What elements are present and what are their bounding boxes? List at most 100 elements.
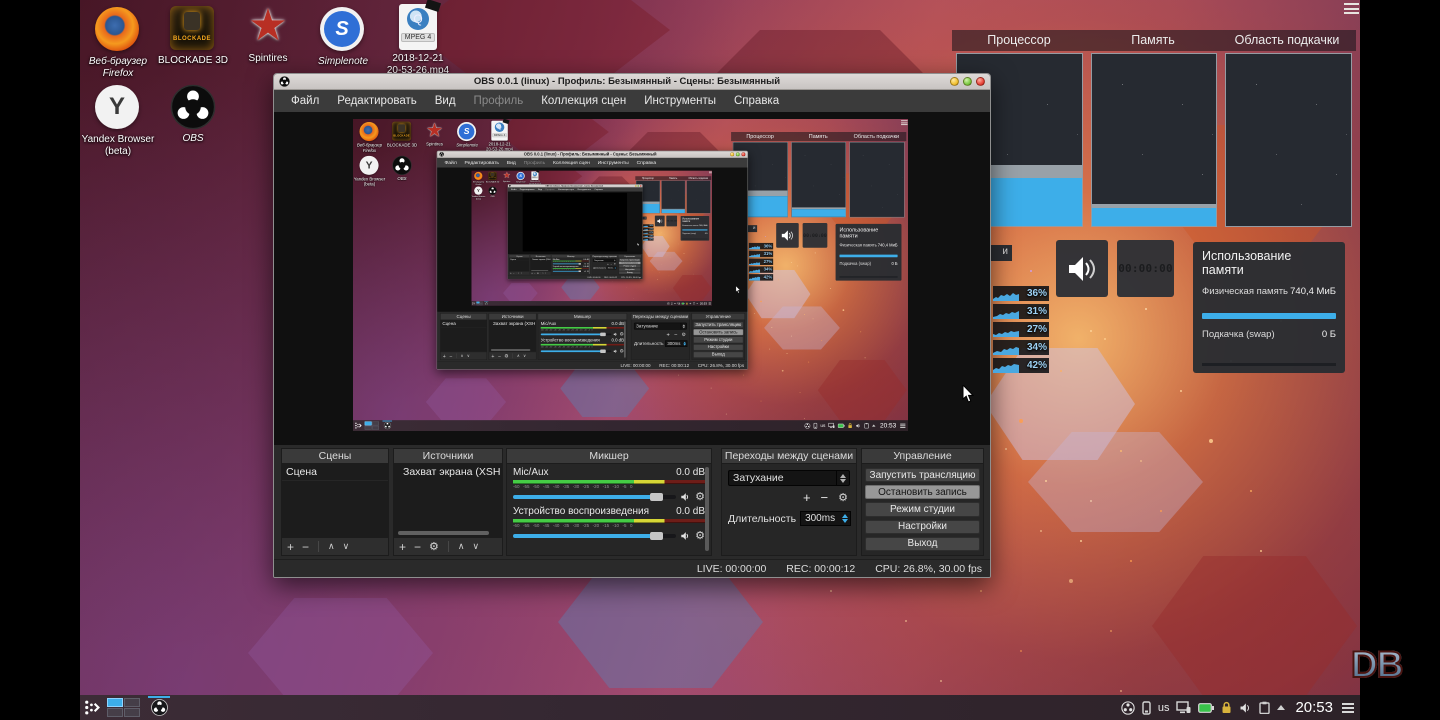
desktop-icon-spintires[interactable]: ★ Spintires <box>231 4 305 65</box>
preview-cpu-core-row: 31% <box>749 251 773 257</box>
preview-add-source-button: + <box>531 272 532 275</box>
menu-scene-collection[interactable]: Коллекция сцен <box>532 90 635 112</box>
menu-profile[interactable]: Профиль <box>465 90 533 112</box>
preview-source-properties-icon: ⚙ <box>504 354 508 358</box>
virtual-desktop-cell[interactable] <box>124 708 140 717</box>
studio-mode-button[interactable]: Режим студии <box>865 502 980 516</box>
preview-channel-level: 0.0 dB <box>611 321 624 326</box>
settings-button[interactable]: Настройки <box>865 520 980 534</box>
mute-speaker-icon[interactable] <box>680 531 691 541</box>
battery-icon[interactable] <box>1198 703 1214 713</box>
scene-list-item[interactable]: Сцена <box>282 464 388 481</box>
desktop-icon-blockade3d[interactable]: BLOCKADE BLOCKADE 3D <box>156 6 230 67</box>
meter-scale: -60 -55 -50 -45 -40 -35 -30 -25 -20 -15 … <box>513 523 705 529</box>
preview-desktop-icon-obs: OBS <box>386 155 418 181</box>
menu-file[interactable]: Файл <box>282 90 328 112</box>
virtual-desktop-cell[interactable] <box>107 698 123 707</box>
transition-properties-icon[interactable]: ⚙ <box>838 493 848 503</box>
desktop-icon-firefox[interactable]: Веб-браузер Firefox <box>81 6 155 80</box>
remove-source-button[interactable]: − <box>414 540 421 554</box>
duration-spinbox[interactable]: 300ms <box>800 511 851 526</box>
slider-handle[interactable] <box>650 493 663 501</box>
menu-view[interactable]: Вид <box>426 90 465 112</box>
scene-up-button[interactable]: ∧ <box>328 541 335 552</box>
obs-statusbar: LIVE: 00:00:00 REC: 00:00:12 CPU: 26.8%,… <box>274 559 990 578</box>
lock-icon[interactable] <box>1221 701 1232 714</box>
preview-hexagon-shape <box>588 176 633 199</box>
add-scene-button[interactable]: + <box>287 540 294 554</box>
add-source-button[interactable]: + <box>399 540 406 554</box>
clock[interactable]: 20:53 <box>1295 699 1333 716</box>
preview-hexagon-shape <box>560 360 649 417</box>
volume-slider[interactable] <box>513 534 676 538</box>
virtual-desktop-cell[interactable] <box>124 698 140 707</box>
network-icon[interactable] <box>1176 701 1191 714</box>
scene-down-button[interactable]: ∨ <box>343 541 350 552</box>
usb-device-icon[interactable] <box>1142 701 1151 715</box>
system-tray: us 20:53 <box>1121 699 1356 716</box>
preview-transitions-panel: Переходы между сценами Затухание + − ⚙ <box>631 313 690 360</box>
close-button[interactable] <box>976 77 985 86</box>
spinbox-arrows-icon[interactable] <box>839 512 850 525</box>
vertical-scrollbar[interactable] <box>705 467 709 551</box>
source-down-button[interactable]: ∨ <box>473 541 480 552</box>
preview-audio-level-meter <box>553 268 589 269</box>
preview-desktop-icon-yandex-browser: Y Yandex Browser (beta) <box>472 186 486 200</box>
preview-channel-name: Устройство воспроизведения <box>541 338 600 343</box>
preview-obs-tray-icon <box>667 302 670 305</box>
desktop-icon-mp4-file[interactable]: Q MPEG 4 2018-12-21 20-53-26.mp4 <box>381 4 455 77</box>
volume-slider[interactable] <box>513 495 676 499</box>
live-time: LIVE: 00:00:00 <box>697 563 766 575</box>
desktop-icon-obs[interactable]: OBS <box>156 84 230 145</box>
horizontal-scrollbar[interactable] <box>398 531 489 535</box>
volume-tray-icon[interactable] <box>1239 702 1252 714</box>
exit-button[interactable]: Выход <box>865 537 980 551</box>
menu-tools[interactable]: Инструменты <box>635 90 725 112</box>
system-monitor-headers: Процессор Память Область подкачки <box>952 30 1356 51</box>
preview-add-scene-button: + <box>510 272 511 275</box>
clipboard-icon[interactable] <box>1259 701 1270 714</box>
minimize-button[interactable] <box>950 77 959 86</box>
preview-mute-speaker-icon <box>613 332 618 336</box>
source-up-button[interactable]: ∧ <box>458 541 465 552</box>
source-list-item[interactable]: Захват экрана (XSH <box>394 464 502 480</box>
taskbar-obs-task[interactable] <box>146 696 172 720</box>
tray-expander-icon[interactable] <box>1277 705 1285 710</box>
add-transition-button[interactable]: + <box>803 492 811 504</box>
virtual-desktop-pager[interactable] <box>107 698 140 717</box>
physical-memory-bar <box>1202 313 1336 319</box>
app-launcher-icon[interactable] <box>84 699 101 716</box>
keyboard-layout-indicator[interactable]: us <box>1158 702 1170 714</box>
preview-swap-column-header: Область подкачки <box>849 132 904 141</box>
preview-slider-handle <box>600 349 606 352</box>
desktop-icon-simplenote[interactable]: S Simplenote <box>306 6 380 68</box>
preview-swap-column-header: Область подкачки <box>686 176 710 180</box>
transition-select[interactable]: Затухание <box>728 470 850 486</box>
preview-close-button <box>640 185 642 187</box>
desktop-icon-yandex-browser[interactable]: Y Yandex Browser (beta) <box>81 84 155 158</box>
mute-speaker-icon[interactable] <box>680 492 691 502</box>
panel-menu-icon[interactable] <box>1342 703 1354 713</box>
preview-mixer-channel: Mic/Aux 0.0 dB -60 -55 -50 -45 -40 -35 -… <box>553 258 589 264</box>
slider-handle[interactable] <box>650 532 663 540</box>
maximize-button[interactable] <box>963 77 972 86</box>
preview-obs-window: OBS 0.0.1 (linux) - Профиль: Безымянный … <box>437 151 748 370</box>
volume-osd <box>1056 240 1108 297</box>
channel-settings-icon[interactable]: ⚙ <box>695 492 705 502</box>
preview-duration-label: Длительность <box>593 267 606 269</box>
obs-titlebar[interactable]: OBS 0.0.1 (linux) - Профиль: Безымянный … <box>274 74 990 90</box>
source-properties-icon[interactable]: ⚙ <box>429 542 439 552</box>
stop-recording-button[interactable]: Остановить запись <box>865 485 980 499</box>
preview-simplenote-icon: S <box>516 172 525 181</box>
virtual-desktop-cell[interactable] <box>107 708 123 717</box>
widget-menu-icon[interactable] <box>1344 2 1359 15</box>
channel-settings-icon[interactable]: ⚙ <box>695 531 705 541</box>
obs-window-icon <box>279 76 290 87</box>
remove-transition-button[interactable]: − <box>821 492 829 504</box>
obs-tray-icon[interactable] <box>1121 701 1135 715</box>
remove-scene-button[interactable]: − <box>302 540 309 554</box>
menu-edit[interactable]: Редактировать <box>328 90 425 112</box>
timer-widget[interactable]: 00:00:00 <box>1117 240 1174 297</box>
menu-help[interactable]: Справка <box>725 90 788 112</box>
start-streaming-button[interactable]: Запустить трансляцию <box>865 468 980 482</box>
